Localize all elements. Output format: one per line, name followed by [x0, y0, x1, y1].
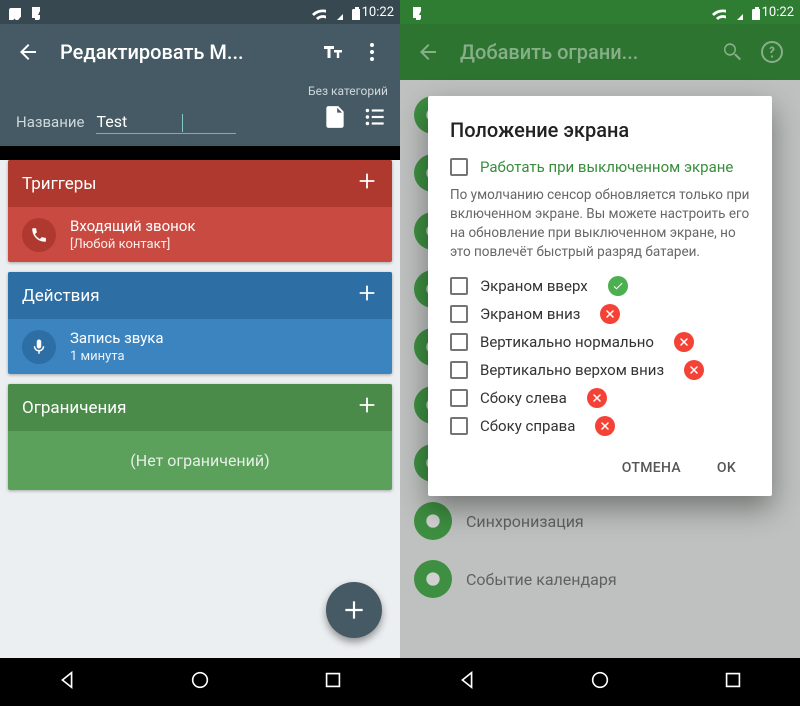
text-size-button[interactable]: [312, 32, 352, 72]
actions-title: Действия: [22, 286, 100, 306]
option-Сбоку слева[interactable]: Сбоку слева: [450, 388, 750, 408]
checkbox-icon: [450, 361, 468, 379]
category-label: Без категорий: [308, 84, 388, 98]
nav-bar: [0, 658, 400, 706]
dialog-description: По умолчанию сенсор обновляется только п…: [450, 186, 750, 262]
checkbox-icon: [450, 277, 468, 295]
x-icon: [600, 304, 620, 324]
checkbox-icon: [450, 333, 468, 351]
nav-recent[interactable]: [722, 669, 744, 695]
battery-icon: [345, 5, 360, 20]
constraints-empty: (Нет ограничений): [8, 431, 392, 490]
name-field-label: Название: [16, 113, 84, 131]
option-Экраном вверх[interactable]: Экраном вверх: [450, 276, 750, 296]
action-item-subtitle: 1 минута: [70, 349, 164, 364]
wifi-icon: [311, 5, 326, 20]
constraints-card: Ограничения (Нет ограничений): [8, 384, 392, 490]
checkbox-icon: [450, 389, 468, 407]
back-button[interactable]: [8, 32, 48, 72]
nav-home[interactable]: [189, 669, 211, 695]
nav-back[interactable]: [456, 669, 478, 695]
mic-icon: [22, 330, 56, 364]
checkbox-icon: [450, 305, 468, 323]
image-icon: [6, 5, 21, 20]
overflow-menu-button[interactable]: [352, 32, 392, 72]
document-icon[interactable]: [322, 104, 348, 134]
nav-recent[interactable]: [322, 669, 344, 695]
option-Сбоку справа[interactable]: Сбоку справа: [450, 416, 750, 436]
screen-position-dialog: Положение экрана Работать при выключенно…: [428, 96, 772, 496]
wifi-icon: [711, 5, 726, 20]
nav-back[interactable]: [56, 669, 78, 695]
clock: 10:22: [362, 5, 394, 20]
triggers-card: Триггеры Входящий звонок [Любой контакт]: [8, 160, 392, 262]
x-icon: [587, 388, 607, 408]
status-bar: 10:22: [0, 0, 400, 24]
cancel-button[interactable]: ОТМЕНА: [608, 450, 695, 486]
option-Экраном вниз[interactable]: Экраном вниз: [450, 304, 750, 324]
action-item[interactable]: Запись звука 1 минута: [8, 319, 392, 374]
name-input[interactable]: Test: [96, 112, 236, 134]
trigger-item[interactable]: Входящий звонок [Любой контакт]: [8, 207, 392, 262]
checkbox-icon: [450, 158, 468, 176]
phone-icon: [22, 218, 56, 252]
ok-button[interactable]: OK: [703, 450, 750, 486]
flash-icon: [406, 5, 421, 20]
x-icon: [674, 332, 694, 352]
option-Вертикально нормально[interactable]: Вертикально нормально: [450, 332, 750, 352]
trigger-item-subtitle: [Любой контакт]: [70, 237, 195, 252]
signal-icon: [728, 5, 743, 20]
clock: 10:22: [762, 5, 794, 20]
list-icon[interactable]: [362, 104, 388, 134]
x-icon: [684, 360, 704, 380]
action-item-title: Запись звука: [70, 329, 164, 347]
trigger-item-title: Входящий звонок: [70, 217, 195, 235]
status-bar: 10:22: [400, 0, 800, 24]
battery-icon: [745, 5, 760, 20]
check-icon: [608, 276, 628, 296]
actions-card: Действия Запись звука 1 минута: [8, 272, 392, 374]
signal-icon: [328, 5, 343, 20]
add-action-button[interactable]: [356, 282, 378, 309]
nav-bar: [400, 658, 800, 706]
flash-icon: [25, 5, 40, 20]
fab-add[interactable]: [326, 582, 382, 638]
add-trigger-button[interactable]: [356, 170, 378, 197]
constraints-title: Ограничения: [22, 398, 126, 418]
nav-home[interactable]: [589, 669, 611, 695]
triggers-title: Триггеры: [22, 174, 96, 194]
page-title: Редактировать М...: [60, 40, 312, 64]
checkbox-icon: [450, 417, 468, 435]
option-Вертикально верхом вниз[interactable]: Вертикально верхом вниз: [450, 360, 750, 380]
work-when-off-checkbox[interactable]: Работать при выключенном экране: [450, 158, 750, 176]
add-constraint-button[interactable]: [356, 394, 378, 421]
x-icon: [595, 416, 615, 436]
dialog-title: Положение экрана: [450, 118, 750, 142]
